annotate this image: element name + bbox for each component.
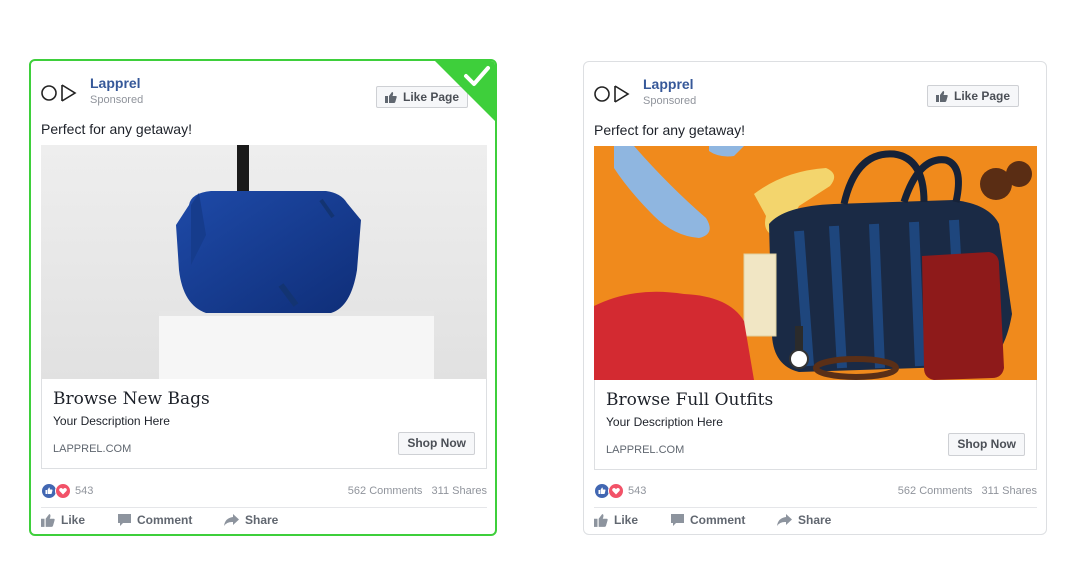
- link-title: Browse New Bags: [53, 389, 210, 409]
- share-action-label: Share: [798, 513, 832, 527]
- share-arrow-icon: [224, 514, 239, 526]
- link-url: LAPPREL.COM: [606, 444, 685, 456]
- reaction-count[interactable]: 543: [75, 485, 93, 497]
- link-title: Browse Full Outfits: [606, 390, 774, 410]
- post-actions: Like Comment Share: [594, 513, 1040, 533]
- reaction-count[interactable]: 543: [628, 485, 646, 497]
- comments-count[interactable]: 562 Comments: [898, 485, 973, 497]
- divider: [594, 507, 1037, 508]
- post-actions: Like Comment Share: [41, 513, 487, 533]
- brand-logo-icon: [594, 85, 630, 103]
- thumbs-up-icon: [594, 513, 608, 527]
- engagement-stats: 543 562 Comments 311 Shares: [594, 482, 1037, 500]
- share-action-button[interactable]: Share: [224, 513, 278, 527]
- thumbs-up-icon: [41, 513, 55, 527]
- share-arrow-icon: [777, 514, 792, 526]
- thumbs-up-icon: [385, 92, 397, 104]
- shares-count[interactable]: 311 Shares: [982, 485, 1037, 497]
- like-action-button[interactable]: Like: [41, 513, 85, 527]
- link-url: LAPPREL.COM: [53, 443, 132, 455]
- page-name-link[interactable]: Lapprel: [643, 76, 694, 92]
- comment-bubble-icon: [671, 514, 684, 526]
- comment-bubble-icon: [118, 514, 131, 526]
- comment-action-button[interactable]: Comment: [671, 513, 745, 527]
- like-action-label: Like: [614, 513, 639, 527]
- ad-preview-card-selected[interactable]: Lapprel Sponsored Like Page Perfect for …: [29, 59, 497, 536]
- shop-now-button[interactable]: Shop Now: [948, 433, 1025, 456]
- like-action-button[interactable]: Like: [594, 513, 638, 527]
- sponsored-label: Sponsored: [643, 95, 697, 107]
- like-page-button[interactable]: Like Page: [927, 85, 1020, 107]
- shop-now-button[interactable]: Shop Now: [398, 432, 475, 455]
- selected-checkmark-icon: [435, 61, 495, 121]
- like-page-label: Like Page: [954, 89, 1011, 103]
- post-text: Perfect for any getaway!: [594, 122, 745, 138]
- ad-image[interactable]: [41, 145, 487, 379]
- engagement-stats: 543 562 Comments 311 Shares: [41, 482, 487, 500]
- link-preview[interactable]: Browse New Bags Your Description Here LA…: [41, 379, 487, 469]
- share-action-label: Share: [245, 513, 279, 527]
- link-description: Your Description Here: [53, 414, 170, 428]
- share-action-button[interactable]: Share: [777, 513, 831, 527]
- reaction-icons[interactable]: [594, 482, 626, 500]
- comment-action-label: Comment: [137, 513, 193, 527]
- outfit-flatlay-image: [594, 146, 1037, 380]
- post-header: Lapprel Sponsored Like Page: [41, 75, 481, 115]
- brand-logo-icon: [41, 84, 77, 102]
- handbag-image: [41, 145, 487, 379]
- comment-action-label: Comment: [690, 513, 746, 527]
- ad-image[interactable]: [594, 146, 1037, 380]
- comment-action-button[interactable]: Comment: [118, 513, 192, 527]
- thumbs-up-icon: [936, 91, 948, 103]
- ad-preview-card[interactable]: Lapprel Sponsored Like Page Perfect for …: [583, 61, 1047, 535]
- page-name-link[interactable]: Lapprel: [90, 75, 141, 91]
- post-header: Lapprel Sponsored Like Page: [594, 76, 1034, 116]
- post-text: Perfect for any getaway!: [41, 121, 192, 137]
- link-preview[interactable]: Browse Full Outfits Your Description Her…: [594, 380, 1037, 470]
- reaction-icons[interactable]: [41, 482, 73, 500]
- sponsored-label: Sponsored: [90, 94, 144, 106]
- divider: [41, 507, 487, 508]
- comments-shares-count[interactable]: 562 Comments 311 Shares: [898, 485, 1037, 497]
- comments-shares-count[interactable]: 562 Comments 311 Shares: [348, 485, 487, 497]
- shares-count[interactable]: 311 Shares: [432, 485, 487, 497]
- link-description: Your Description Here: [606, 415, 723, 429]
- comments-count[interactable]: 562 Comments: [348, 485, 423, 497]
- like-action-label: Like: [61, 513, 86, 527]
